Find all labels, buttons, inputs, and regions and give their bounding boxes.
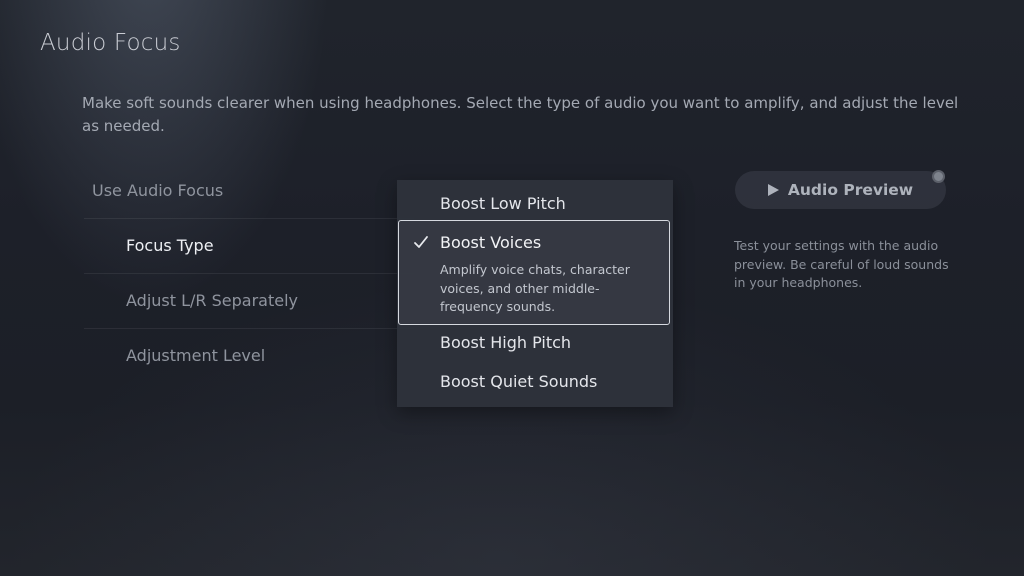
check-icon (414, 236, 428, 248)
setting-label: Adjustment Level (126, 346, 266, 365)
option-label: Boost Voices (440, 233, 542, 252)
setting-adjustment-level[interactable]: Adjustment Level (84, 329, 414, 383)
options-button-icon (932, 170, 945, 183)
settings-list: Use Audio Focus Focus Type Adjust L/R Se… (84, 164, 414, 383)
setting-label: Adjust L/R Separately (126, 291, 298, 310)
setting-label: Use Audio Focus (92, 181, 224, 200)
page-title: Audio Focus (40, 30, 181, 56)
option-label: Boost Low Pitch (440, 194, 566, 213)
option-boost-voices[interactable]: Boost Voices Amplify voice chats, charac… (398, 220, 670, 325)
option-label: Boost Quiet Sounds (440, 372, 598, 391)
focus-type-dropdown: Boost Low Pitch Boost Voices Amplify voi… (397, 180, 673, 407)
setting-focus-type[interactable]: Focus Type (84, 219, 414, 274)
option-description: Amplify voice chats, character voices, a… (440, 262, 630, 314)
setting-adjust-lr-separately[interactable]: Adjust L/R Separately (84, 274, 414, 329)
option-boost-high-pitch[interactable]: Boost High Pitch (397, 333, 673, 357)
play-icon (767, 184, 779, 196)
option-boost-low-pitch[interactable]: Boost Low Pitch (397, 194, 673, 218)
audio-preview-note: Test your settings with the audio previe… (734, 238, 949, 290)
option-boost-quiet-sounds[interactable]: Boost Quiet Sounds (397, 372, 673, 396)
setting-label: Focus Type (126, 236, 214, 255)
setting-use-audio-focus[interactable]: Use Audio Focus (84, 164, 414, 219)
option-label: Boost High Pitch (440, 333, 572, 352)
audio-preview-button[interactable]: Audio Preview (735, 171, 946, 209)
audio-preview-label: Audio Preview (787, 181, 914, 199)
page-description: Make soft sounds clearer when using head… (82, 94, 959, 135)
